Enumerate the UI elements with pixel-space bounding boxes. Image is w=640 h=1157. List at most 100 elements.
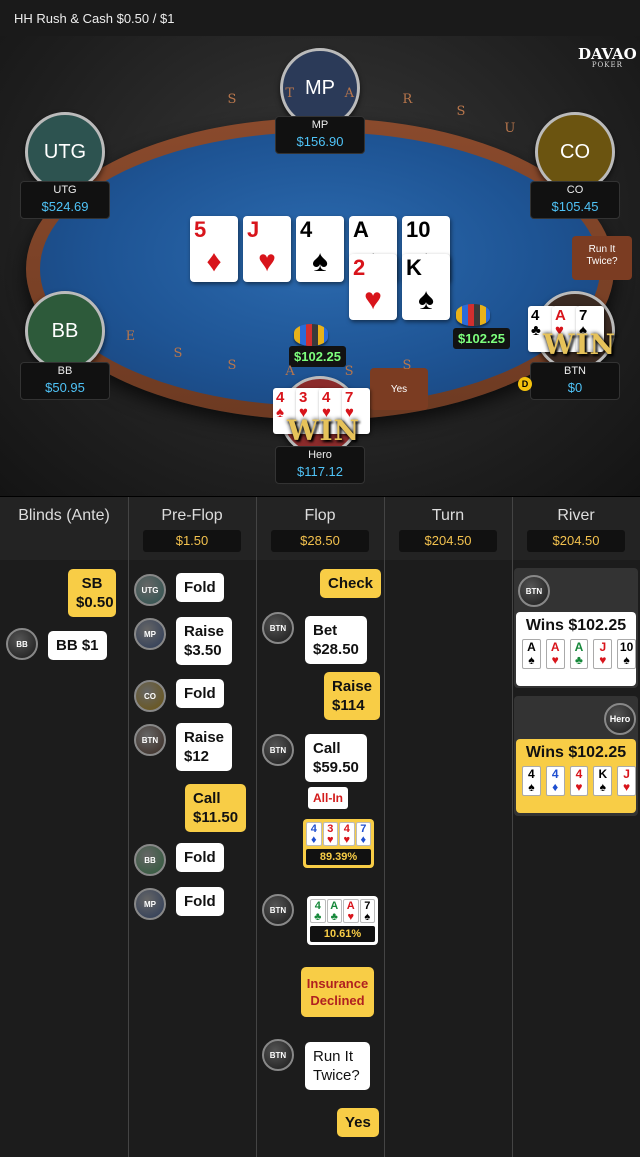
board-card: 4 ♠ <box>296 216 344 282</box>
player-badge-mp: MP <box>134 888 166 920</box>
rail-letter: S <box>227 358 237 374</box>
equity-card: A ♣ <box>326 899 342 923</box>
column-pot-amount: $28.50 <box>271 530 369 552</box>
player-badge-btn: BTN <box>134 724 166 756</box>
column-title: Blinds (Ante) <box>18 507 110 524</box>
preflop-action: Raise $3.50 <box>176 617 233 665</box>
nameplate-utg: UTG $524.69 <box>20 181 110 219</box>
win-amount: Wins $102.25 <box>525 617 627 634</box>
preflop-action: Fold <box>176 887 224 916</box>
hero-yes-action: Yes <box>337 1108 379 1137</box>
column-divider <box>512 497 513 561</box>
rail-letter: A <box>285 364 295 380</box>
preflop-action: Fold <box>176 843 224 872</box>
hero-check: Check <box>320 569 382 598</box>
rail-letter: S <box>402 358 412 374</box>
rail-letter: A <box>344 85 354 101</box>
hero-equity-panel: 4 ♦ 3 ♥ 4 ♥ 7 ♦ 89.39% <box>303 819 374 868</box>
player-badge-mp: MP <box>134 618 166 650</box>
board-card: K ♠ <box>402 254 450 320</box>
player-badge-bb: BB <box>134 844 166 876</box>
equity-card: 7 ♠ <box>359 899 375 923</box>
player-badge-btn: BTN <box>262 734 294 766</box>
board-card: 5 ♦ <box>190 216 238 282</box>
yes-button[interactable]: Yes <box>370 368 428 410</box>
rail-letter: E <box>125 329 136 345</box>
winning-hand-card: A ♥ <box>545 639 565 669</box>
davao-poker-logo: DAVAO POKER <box>578 45 637 69</box>
winning-hand-card: A ♠ <box>522 639 541 669</box>
board-run-2: 2 ♥ K ♠ <box>349 254 450 320</box>
column-pot-amount: $204.50 <box>399 530 497 552</box>
column-pot-amount: $1.50 <box>143 530 241 552</box>
equity-card: A ♥ <box>343 899 359 923</box>
board-card: 2 ♥ <box>349 254 397 320</box>
rail-letter: S <box>456 103 466 119</box>
win-amount: Wins $102.25 <box>525 744 627 761</box>
insurance-declined: Insurance Declined <box>301 967 374 1017</box>
player-badge-btn: BTN <box>262 1039 294 1071</box>
river-hero-result: Wins $102.25 4 ♠ 4 ♦ 4 ♥ K ♠ J ♥ <box>516 739 636 813</box>
preflop-action: Fold <box>176 679 224 708</box>
column-title: River <box>557 507 595 524</box>
rail-letter: S <box>173 346 183 362</box>
poker-table-area: DAVAO POKER MP MP $156.90 UTG UTG $524.69 … <box>0 36 640 496</box>
seat-bb[interactable]: BB <box>25 291 105 371</box>
btn-equity-panel: 4 ♣ A ♣ A ♥ 7 ♠ 10.61% <box>307 896 378 945</box>
seat-co[interactable]: CO <box>535 112 615 192</box>
pot-chips-right <box>456 304 490 326</box>
rail-letter: S <box>344 364 354 380</box>
column-divider <box>384 560 385 1157</box>
bb-action: BB $1 <box>48 631 107 660</box>
nameplate-co: CO $105.45 <box>530 181 620 219</box>
rail-letter: R <box>402 91 413 107</box>
pot-right: $102.25 <box>453 328 510 349</box>
column-title: Pre-Flop <box>161 507 223 524</box>
player-badge-btn: BTN <box>262 612 294 644</box>
btn-win-label: WIN <box>543 328 617 361</box>
player-badge-btn: BTN <box>518 575 550 607</box>
all-in-badge: All-In <box>308 787 348 809</box>
rail-letter: T <box>285 85 295 101</box>
hand-title: HH Rush & Cash $0.50 / $1 <box>14 11 175 26</box>
rail-letter: S <box>227 91 237 107</box>
column-divider <box>128 497 129 561</box>
run-it-twice-prompt: Run It Twice? <box>572 236 632 280</box>
history-body: SB $0.50 BB BB $1 Check BTN Bet $28.50 Rai… <box>0 560 640 1157</box>
column-divider <box>384 497 385 561</box>
btn-call-action: Call $59.50 <box>305 734 367 782</box>
board-card: J ♥ <box>243 216 291 282</box>
hero-raise-action: Raise $114 <box>324 672 381 720</box>
dealer-button: D <box>518 377 532 391</box>
preflop-action: Fold <box>176 573 224 602</box>
equity-card: 4 ♦ <box>306 822 322 846</box>
pot-left: $102.25 <box>289 346 346 367</box>
winning-hand-card: J ♥ <box>593 639 613 669</box>
nameplate-btn: BTN $0 <box>530 362 620 400</box>
winning-hand-card: J ♥ <box>617 766 636 796</box>
winning-hand-card: 4 ♦ <box>545 766 565 796</box>
preflop-action: Raise $12 <box>176 723 233 771</box>
player-badge-hero: Hero <box>604 703 636 735</box>
seat-utg[interactable]: UTG <box>25 112 105 192</box>
nameplate-hero: Hero $117.12 <box>275 446 365 484</box>
run-it-twice-action: Run It Twice? <box>305 1042 370 1090</box>
winning-hand-card: A ♣ <box>569 639 589 669</box>
player-badge-utg: UTG <box>134 574 166 606</box>
sb-action: SB $0.50 <box>68 569 116 617</box>
winning-hand-card: K ♠ <box>593 766 613 796</box>
winning-hand-card: 10 ♠ <box>617 639 636 669</box>
column-divider <box>128 560 129 1157</box>
pot-chips-left <box>294 324 328 346</box>
nameplate-bb: BB $50.95 <box>20 362 110 400</box>
column-pot-amount: $204.50 <box>527 530 625 552</box>
hero-preflop-call: Call $11.50 <box>185 784 247 832</box>
equity-card: 3 ♥ <box>322 822 338 846</box>
equity-percent: 89.39% <box>306 849 371 865</box>
equity-card: 7 ♦ <box>355 822 371 846</box>
winning-hand-card: 4 ♠ <box>522 766 541 796</box>
equity-card: 4 ♣ <box>310 899 326 923</box>
column-divider <box>256 560 257 1157</box>
winning-hand-card: 4 ♥ <box>569 766 589 796</box>
column-title: Flop <box>304 507 336 524</box>
